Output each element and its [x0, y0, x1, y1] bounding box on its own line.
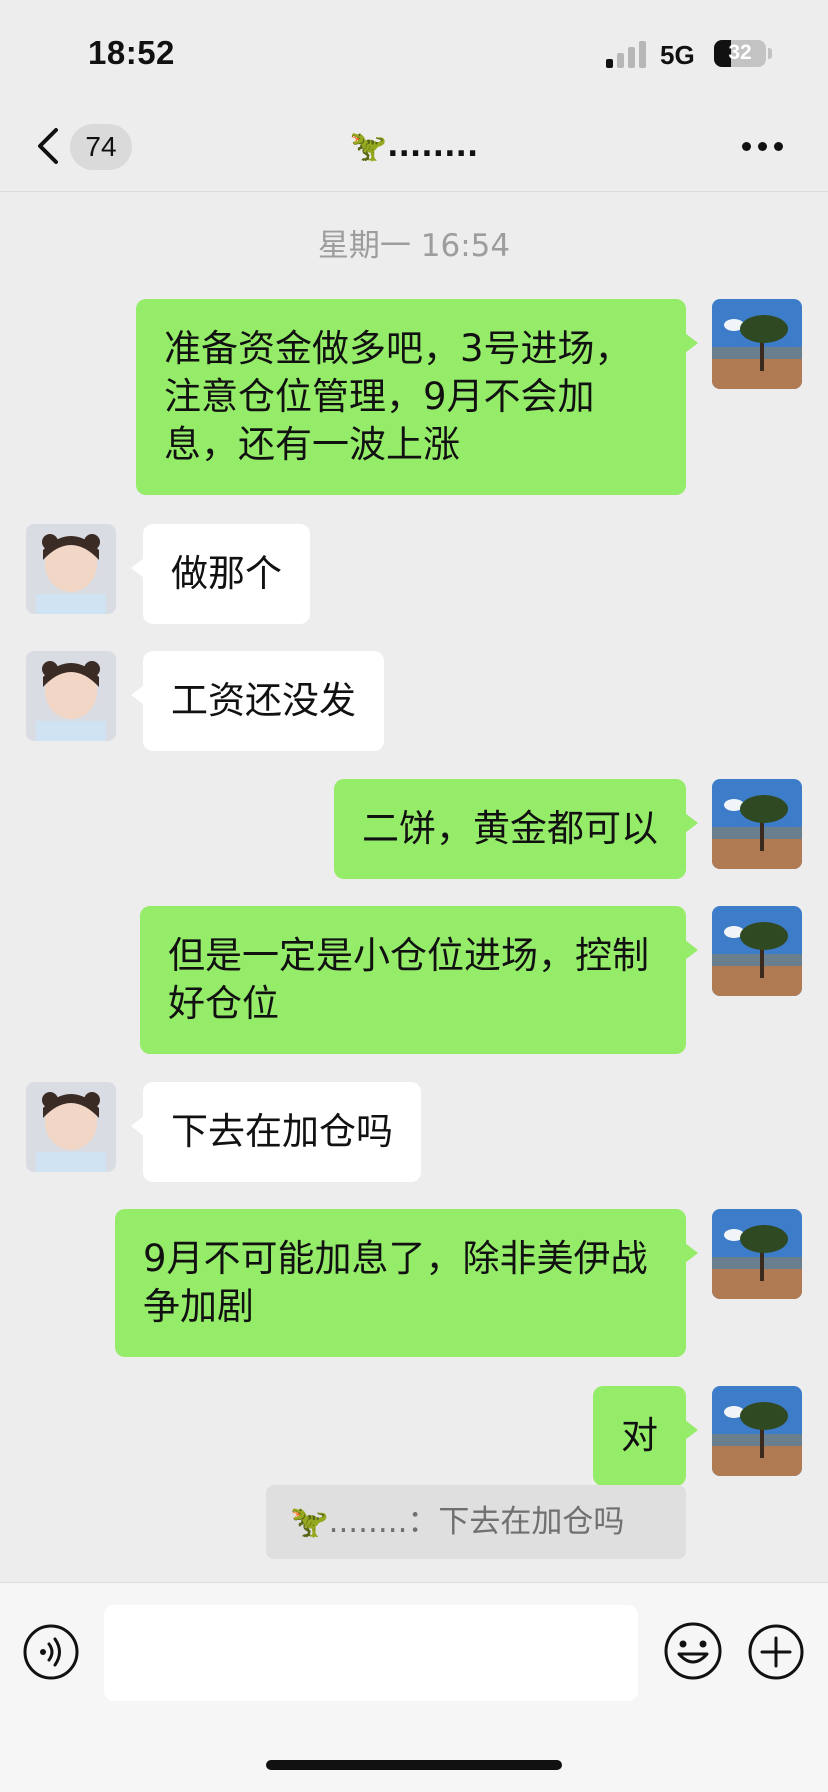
self-avatar[interactable]	[712, 1386, 802, 1476]
message-bubble-incoming[interactable]: 下去在加仓吗	[131, 1082, 421, 1182]
self-avatar[interactable]	[712, 299, 802, 389]
message-bubble-outgoing[interactable]: 二饼，黄金都可以	[334, 779, 698, 879]
battery-nub	[768, 48, 772, 59]
contact-avatar[interactable]	[26, 1082, 116, 1172]
self-avatar[interactable]	[712, 906, 802, 996]
emoji-icon[interactable]	[663, 1621, 723, 1681]
message-bubble-incoming[interactable]: 工资还没发	[131, 651, 384, 751]
contact-avatar[interactable]	[26, 651, 116, 741]
battery-icon: 32	[714, 40, 766, 67]
home-indicator[interactable]	[266, 1760, 562, 1770]
status-time: 18:52	[88, 34, 175, 71]
message-bubble-outgoing[interactable]: 对	[593, 1386, 698, 1486]
quoted-message[interactable]: 🦖........：下去在加仓吗	[266, 1485, 686, 1559]
message-bubble-outgoing[interactable]: 准备资金做多吧，3号进场，注意仓位管理，9月不会加息，还有一波上涨	[136, 299, 698, 495]
message-input[interactable]	[104, 1605, 638, 1701]
battery-level: 32	[728, 41, 752, 64]
status-bar: 18:52 5G 32	[0, 0, 828, 100]
chat-title[interactable]: 🦖........	[0, 124, 828, 170]
more-options-icon[interactable]	[740, 140, 786, 154]
chat-header: 74 🦖........	[0, 100, 828, 192]
message-bubble-incoming[interactable]: 做那个	[131, 524, 310, 624]
self-avatar[interactable]	[712, 1209, 802, 1299]
message-timestamp: 星期一 16:54	[317, 228, 511, 264]
cellular-signal-icon	[606, 40, 648, 68]
voice-icon[interactable]	[22, 1623, 80, 1681]
network-type: 5G	[660, 40, 695, 70]
self-avatar[interactable]	[712, 779, 802, 869]
message-bubble-outgoing[interactable]: 9月不可能加息了，除非美伊战争加剧	[115, 1209, 698, 1357]
message-bubble-outgoing[interactable]: 但是一定是小仓位进场，控制好仓位	[140, 906, 698, 1054]
plus-icon[interactable]	[747, 1623, 805, 1681]
contact-avatar[interactable]	[26, 524, 116, 614]
